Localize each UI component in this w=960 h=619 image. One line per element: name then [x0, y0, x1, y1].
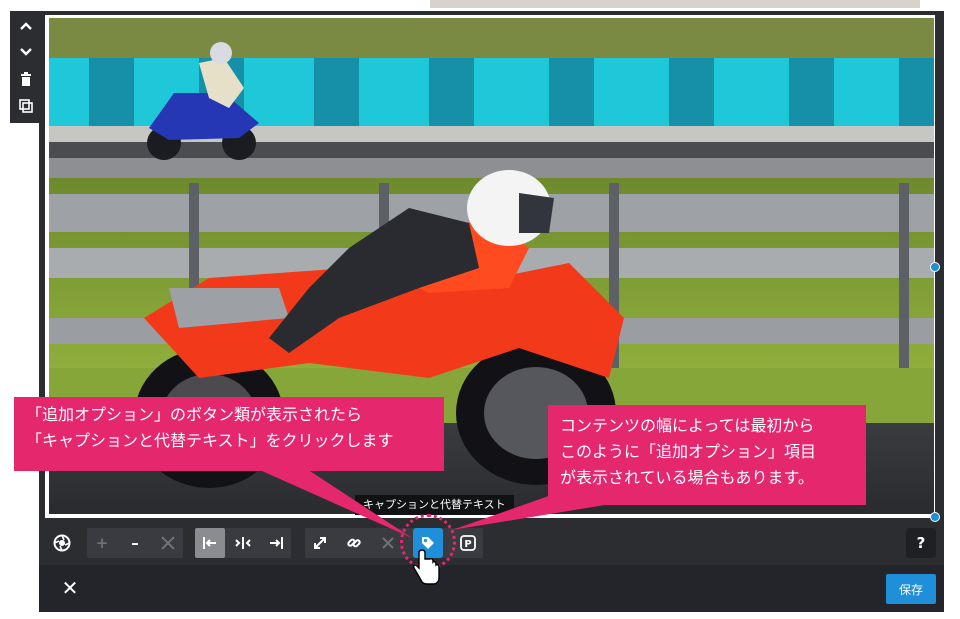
delete-button[interactable] [15, 68, 37, 90]
align-right-icon [270, 537, 283, 549]
minus-button[interactable]: – [120, 528, 150, 558]
hand-cursor-icon [413, 549, 440, 585]
close-icon: ✕ [61, 576, 79, 600]
duplicate-icon [19, 99, 33, 113]
save-button[interactable]: 保存 [886, 574, 936, 604]
unlink-button[interactable] [373, 528, 403, 558]
link-icon [347, 538, 361, 548]
align-left-button[interactable] [195, 528, 225, 558]
move-down-button[interactable] [15, 41, 37, 63]
background-strip [430, 0, 920, 8]
pinterest-icon: P [460, 535, 476, 551]
svg-text:P: P [464, 539, 471, 550]
pinterest-button[interactable]: P [453, 528, 483, 558]
resize-handle-right[interactable] [930, 262, 940, 272]
aperture-icon [53, 534, 71, 552]
chevron-down-icon [20, 48, 32, 56]
link-button[interactable] [339, 528, 369, 558]
help-icon: ? [916, 534, 926, 552]
move-up-button[interactable] [15, 15, 37, 37]
duplicate-button[interactable] [15, 95, 37, 117]
fullsize-icon [161, 536, 175, 550]
align-center-icon [235, 537, 251, 549]
aperture-button[interactable] [47, 528, 77, 558]
help-button[interactable]: ? [906, 528, 936, 558]
trash-icon [21, 72, 31, 86]
fullsize-button[interactable] [153, 528, 183, 558]
callout-right-line: が表示されている場合もあります。 [560, 468, 814, 487]
callout-right-line: このように「追加オプション」項目 [560, 442, 817, 461]
callout-right: コンテンツの幅によっては最初から このように「追加オプション」項目 が表示されて… [548, 405, 866, 505]
image-toolbar: + – P ? [39, 523, 944, 565]
callout-right-line: コンテンツの幅によっては最初から [560, 416, 815, 435]
align-left-icon [203, 537, 216, 549]
align-center-button[interactable] [228, 528, 258, 558]
bottom-bar: ✕ 保存 [39, 565, 944, 612]
callout-left: 「追加オプション」のボタン類が表示されたら 「キャプションと代替テキスト」をクリ… [14, 397, 444, 471]
callout-left-line: 「キャプションと代替テキスト」をクリックします [26, 431, 394, 450]
plus-icon: + [95, 534, 109, 552]
close-button[interactable]: ✕ [57, 575, 83, 601]
resize-icon [314, 537, 326, 549]
callout-left-line: 「追加オプション」のボタン類が表示されたら [26, 405, 363, 424]
block-sidebar [10, 11, 42, 123]
resize-handle-bottom[interactable] [930, 512, 940, 522]
chevron-up-icon [20, 22, 32, 30]
plus-button[interactable]: + [87, 528, 117, 558]
align-right-button[interactable] [261, 528, 291, 558]
unlink-icon [382, 537, 394, 549]
resize-button[interactable] [305, 528, 335, 558]
tooltip: キャプションと代替テキスト [355, 495, 514, 515]
minus-icon: – [131, 534, 139, 552]
